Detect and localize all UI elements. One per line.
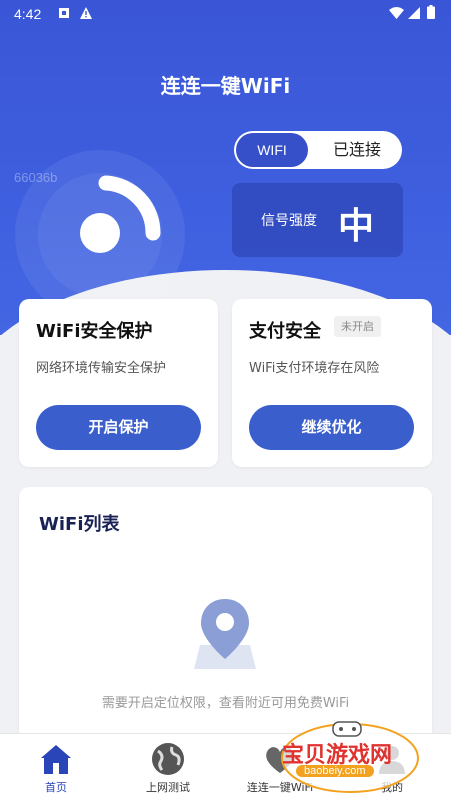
- globe-icon: [152, 743, 184, 775]
- card-desc: WiFi支付环境存在风险: [249, 361, 380, 376]
- watermark-url: baobeiy.com: [296, 765, 374, 777]
- sim-icon: [59, 8, 69, 18]
- card-title: 支付安全: [249, 321, 321, 342]
- status-time: 4:42: [14, 6, 42, 22]
- status-badge: 未开启: [334, 316, 381, 337]
- battery-icon: [427, 5, 435, 19]
- card-title: WiFi安全保护: [36, 321, 153, 342]
- toggle-connected[interactable]: 已连接: [314, 131, 400, 169]
- cell-signal-icon: [408, 7, 420, 19]
- wifi-protection-card: WiFi安全保护 网络环境传输安全保护 开启保护: [19, 299, 218, 467]
- signal-strength-box: 信号强度 中: [232, 183, 403, 257]
- tab-label: 上网测试: [146, 781, 190, 794]
- toggle-wifi[interactable]: WIFI: [236, 133, 308, 167]
- wifi-status-icon: [389, 7, 404, 19]
- signal-strength-value: 中: [338, 206, 375, 247]
- continue-optimize-button[interactable]: 继续优化: [249, 405, 414, 450]
- location-permission-hint: 需要开启定位权限，查看附近可用免费WiFi: [101, 696, 350, 711]
- card-desc: 网络环境传输安全保护: [36, 361, 167, 376]
- tab-home[interactable]: 首页: [0, 734, 112, 804]
- wifi-list-title: WiFi列表: [39, 514, 120, 535]
- connection-toggle[interactable]: WIFI 已连接: [234, 131, 402, 169]
- enable-protection-button[interactable]: 开启保护: [36, 405, 201, 450]
- app-title: 连连一键WiFi: [160, 74, 291, 98]
- payment-security-card: 支付安全 未开启 WiFi支付环境存在风险 继续优化: [232, 299, 432, 467]
- tab-network-test[interactable]: 上网测试: [112, 734, 224, 804]
- status-bar: 4:42: [0, 0, 451, 28]
- warning-icon: [80, 7, 92, 19]
- location-pin-icon: [194, 599, 256, 669]
- tab-label: 首页: [45, 781, 67, 794]
- signal-strength-label: 信号强度: [261, 213, 317, 229]
- wifi-list-card: WiFi列表 需要开启定位权限，查看附近可用免费WiFi: [19, 487, 432, 747]
- home-icon: [41, 745, 71, 774]
